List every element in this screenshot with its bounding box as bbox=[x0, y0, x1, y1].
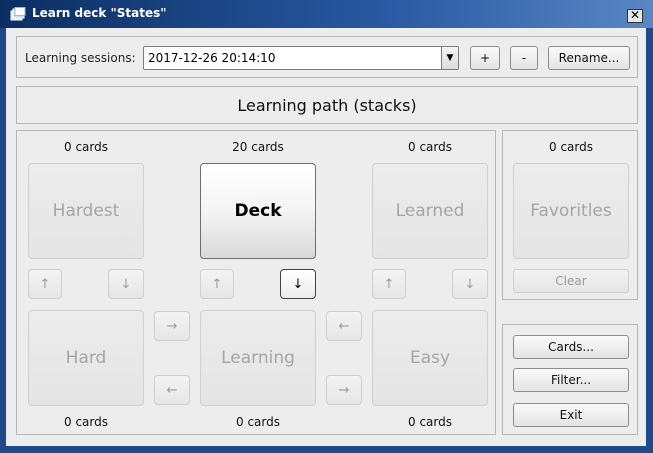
learning-stack[interactable]: Learning bbox=[200, 310, 316, 406]
filter-button[interactable]: Filter... bbox=[513, 368, 629, 392]
add-session-button[interactable]: + bbox=[470, 46, 500, 70]
learned-down-button[interactable]: ↓ bbox=[452, 269, 488, 299]
hardest-stack[interactable]: Hardest bbox=[28, 163, 144, 259]
learning-path-header: Learning path (stacks) bbox=[16, 86, 638, 124]
chevron-down-icon[interactable]: ▼ bbox=[441, 47, 458, 69]
deck-count: 20 cards bbox=[232, 140, 284, 154]
clear-favorites-button[interactable]: Clear bbox=[513, 269, 629, 293]
window-title: Learn deck "States" bbox=[32, 6, 167, 20]
sessions-select-value: 2017-12-26 20:14:10 bbox=[148, 51, 276, 65]
hard-count: 0 cards bbox=[64, 415, 108, 429]
sessions-panel: Learning sessions: 2017-12-26 20:14:10 ▼… bbox=[16, 36, 638, 78]
close-button[interactable]: ✕ bbox=[627, 9, 643, 23]
hardest-down-button[interactable]: ↓ bbox=[108, 269, 144, 299]
actions-panel: Cards... Filter... Exit bbox=[502, 324, 638, 435]
exit-button[interactable]: Exit bbox=[513, 403, 629, 427]
sessions-label: Learning sessions: bbox=[25, 51, 136, 65]
learning-to-easy-button[interactable]: → bbox=[326, 375, 362, 405]
learned-up-button[interactable]: ↑ bbox=[372, 269, 406, 299]
rename-session-button[interactable]: Rename... bbox=[548, 46, 630, 70]
favorites-count: 0 cards bbox=[549, 140, 593, 154]
dialog-body: Learning sessions: 2017-12-26 20:14:10 ▼… bbox=[6, 28, 646, 446]
sessions-select[interactable]: 2017-12-26 20:14:10 ▼ bbox=[143, 46, 459, 70]
learning-path-title: Learning path (stacks) bbox=[237, 95, 417, 115]
learning-to-hard-button[interactable]: ← bbox=[154, 375, 190, 405]
deck-icon bbox=[10, 7, 26, 21]
title-bar: Learn deck "States" ✕ bbox=[0, 0, 653, 28]
easy-count: 0 cards bbox=[408, 415, 452, 429]
learn-deck-window: Learn deck "States" ✕ Learning sessions:… bbox=[0, 0, 653, 453]
stacks-panel: 0 cards 20 cards 0 cards Hardest Deck Le… bbox=[16, 130, 496, 435]
hard-to-learning-button[interactable]: → bbox=[154, 311, 190, 341]
learned-stack[interactable]: Learned bbox=[372, 163, 488, 259]
favorites-panel: 0 cards Favoritles Clear bbox=[502, 130, 638, 300]
close-icon: ✕ bbox=[629, 8, 641, 22]
hardest-count: 0 cards bbox=[64, 140, 108, 154]
deck-down-button[interactable]: ↓ bbox=[280, 269, 316, 299]
easy-to-learning-button[interactable]: ← bbox=[326, 311, 362, 341]
favorites-stack[interactable]: Favoritles bbox=[513, 163, 629, 259]
remove-session-button[interactable]: - bbox=[510, 46, 538, 70]
easy-stack[interactable]: Easy bbox=[372, 310, 488, 406]
deck-up-button[interactable]: ↑ bbox=[200, 269, 234, 299]
learning-count: 0 cards bbox=[236, 415, 280, 429]
learned-count: 0 cards bbox=[408, 140, 452, 154]
deck-stack[interactable]: Deck bbox=[200, 163, 316, 259]
cards-button[interactable]: Cards... bbox=[513, 335, 629, 359]
hardest-up-button[interactable]: ↑ bbox=[28, 269, 62, 299]
hard-stack[interactable]: Hard bbox=[28, 310, 144, 406]
